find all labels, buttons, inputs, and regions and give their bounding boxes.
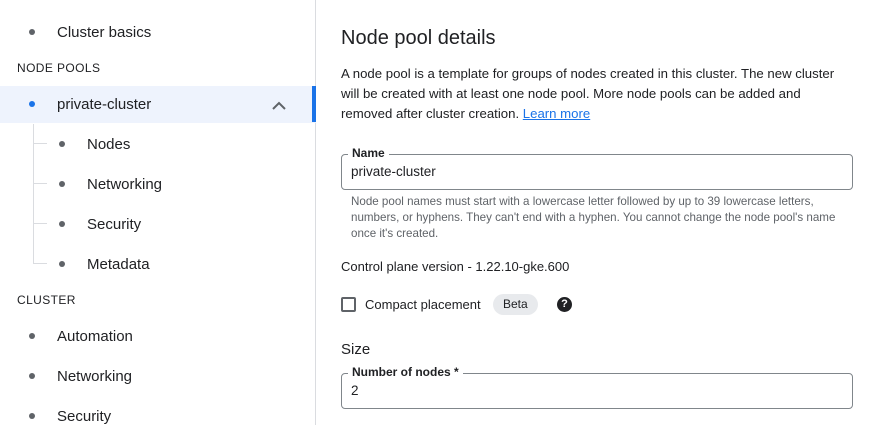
- sidebar-item-label: Nodes: [87, 135, 131, 153]
- sidebar-item-pool-networking[interactable]: Networking: [0, 164, 316, 204]
- control-plane-version: Control plane version - 1.22.10-gke.600: [341, 259, 570, 274]
- sidebar-item-nodes[interactable]: Nodes: [0, 124, 316, 164]
- beta-badge: Beta: [493, 294, 538, 315]
- sidebar-item-pool-security[interactable]: Security: [0, 204, 316, 244]
- sidebar-item-label: Cluster basics: [57, 23, 152, 41]
- sidebar-item-private-cluster[interactable]: private-cluster: [0, 86, 316, 123]
- learn-more-link[interactable]: Learn more: [523, 106, 590, 121]
- section-header-cluster: CLUSTER: [17, 293, 76, 307]
- sidebar-item-metadata[interactable]: Metadata: [0, 244, 316, 284]
- bullet-icon: [59, 221, 65, 227]
- bullet-icon: [29, 373, 35, 379]
- bullet-icon: [59, 181, 65, 187]
- section-header-node-pools: NODE POOLS: [17, 61, 101, 75]
- sidebar-item-label: Automation: [57, 327, 133, 345]
- bullet-icon: [29, 29, 35, 35]
- bullet-icon: [29, 333, 35, 339]
- chevron-up-icon[interactable]: [270, 98, 288, 112]
- number-of-nodes-label: Number of nodes *: [348, 365, 463, 379]
- sidebar-item-cluster-networking[interactable]: Networking: [0, 356, 316, 396]
- sidebar-item-label: Networking: [87, 175, 163, 193]
- sidebar-item-label: Metadata: [87, 255, 150, 273]
- sidebar-item-label: private-cluster: [57, 96, 152, 113]
- page-title: Node pool details: [341, 27, 496, 49]
- bullet-icon: [29, 101, 35, 107]
- bullet-icon: [59, 261, 65, 267]
- name-field[interactable]: Name: [341, 146, 853, 190]
- bullet-icon: [29, 413, 35, 419]
- name-hint: Node pool names must start with a lowerc…: [351, 195, 836, 240]
- sidebar-item-label: Networking: [57, 367, 133, 385]
- size-header: Size: [341, 341, 371, 358]
- sidebar-item-cluster-basics[interactable]: Cluster basics: [0, 12, 316, 52]
- sidebar-item-cluster-security[interactable]: Security: [0, 396, 316, 425]
- description: A node pool is a template for groups of …: [341, 64, 841, 124]
- active-indicator: [312, 86, 316, 122]
- help-circle-icon[interactable]: ?: [557, 297, 572, 312]
- number-of-nodes-input[interactable]: [351, 383, 831, 398]
- sidebar-item-automation[interactable]: Automation: [0, 316, 316, 356]
- name-input[interactable]: [351, 164, 831, 179]
- compact-placement-label: Compact placement: [365, 297, 481, 312]
- name-field-label: Name: [348, 146, 389, 160]
- compact-placement-checkbox[interactable]: [341, 297, 356, 312]
- number-of-nodes-field[interactable]: Number of nodes *: [341, 365, 853, 409]
- sidebar: Cluster basics NODE POOLS private-cluste…: [0, 0, 316, 425]
- sidebar-item-label: Security: [57, 407, 112, 425]
- sidebar-item-label: Security: [87, 215, 142, 233]
- bullet-icon: [59, 141, 65, 147]
